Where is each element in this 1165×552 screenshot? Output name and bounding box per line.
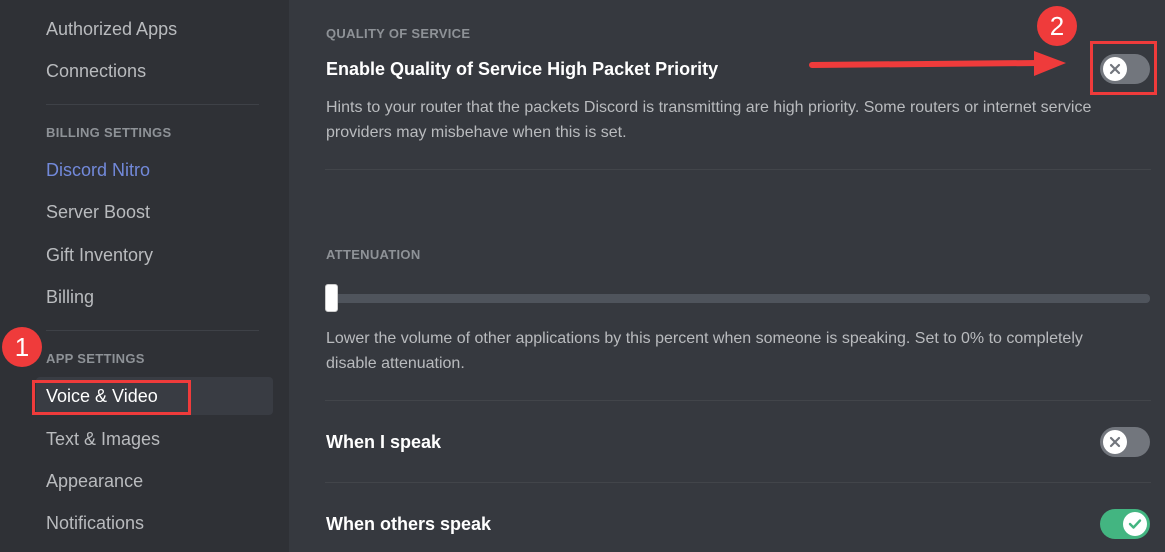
voice-video-settings: QUALITY OF SERVICE Enable Quality of Ser… bbox=[289, 0, 1165, 552]
when-i-speak-label: When I speak bbox=[326, 432, 442, 452]
attenuation-slider-handle[interactable] bbox=[325, 284, 338, 312]
check-icon bbox=[1128, 519, 1142, 529]
sidebar-item-notifications[interactable]: Notifications bbox=[36, 504, 273, 542]
sidebar-divider bbox=[46, 104, 259, 105]
sidebar-item-gift-inventory[interactable]: Gift Inventory bbox=[36, 236, 273, 274]
settings-sidebar: Authorized Apps Connections BILLING SETT… bbox=[0, 0, 289, 552]
step-1-highlight-box bbox=[32, 380, 191, 415]
when-i-speak-toggle[interactable] bbox=[1100, 427, 1150, 457]
sidebar-divider bbox=[46, 330, 259, 331]
sidebar-item-billing[interactable]: Billing bbox=[36, 278, 273, 316]
sidebar-item-appearance[interactable]: Appearance bbox=[36, 462, 273, 500]
attenuation-section-title: ATTENUATION bbox=[326, 247, 421, 262]
qos-setting-title: Enable Quality of Service High Packet Pr… bbox=[326, 59, 719, 79]
toggle-knob bbox=[1123, 512, 1147, 536]
sidebar-item-discord-nitro[interactable]: Discord Nitro bbox=[36, 151, 273, 189]
attenuation-slider-track[interactable] bbox=[326, 294, 1150, 303]
section-divider bbox=[325, 400, 1151, 401]
step-2-badge: 2 bbox=[1037, 6, 1077, 46]
toggle-knob bbox=[1103, 430, 1127, 454]
step-1-badge: 1 bbox=[2, 327, 42, 367]
sidebar-item-server-boost[interactable]: Server Boost bbox=[36, 193, 273, 231]
x-icon bbox=[1109, 436, 1121, 448]
qos-description: Hints to your router that the packets Di… bbox=[326, 99, 1092, 141]
billing-settings-header: BILLING SETTINGS bbox=[46, 125, 172, 140]
step-2-highlight-box bbox=[1090, 41, 1157, 95]
when-others-speak-toggle[interactable] bbox=[1100, 509, 1150, 539]
sidebar-item-connections[interactable]: Connections bbox=[36, 52, 273, 90]
sidebar-item-authorized-apps[interactable]: Authorized Apps bbox=[36, 10, 273, 48]
attenuation-description: Lower the volume of other applications b… bbox=[326, 330, 1083, 372]
section-divider bbox=[325, 482, 1151, 483]
when-others-speak-label: When others speak bbox=[326, 514, 492, 534]
arrow-right-icon bbox=[809, 51, 1066, 76]
qos-section-title: QUALITY OF SERVICE bbox=[326, 26, 471, 41]
app-settings-header: APP SETTINGS bbox=[46, 351, 145, 366]
section-divider bbox=[325, 169, 1151, 170]
sidebar-item-text-images[interactable]: Text & Images bbox=[36, 420, 273, 458]
